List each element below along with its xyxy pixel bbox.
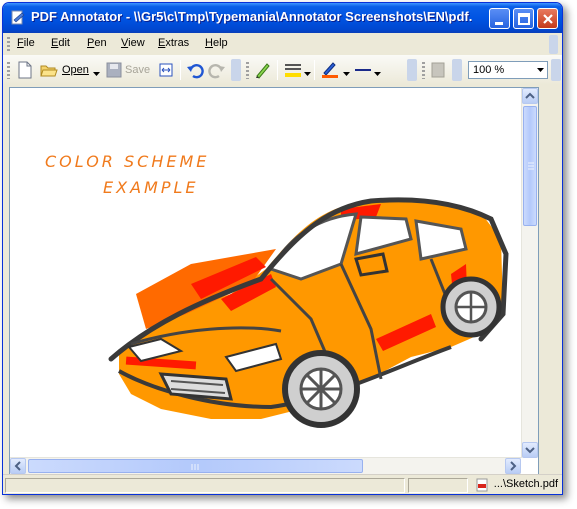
horizontal-scrollbar[interactable] bbox=[10, 457, 521, 474]
pen-toolbar-grip[interactable] bbox=[246, 62, 249, 79]
toolbar-grip[interactable] bbox=[7, 62, 10, 79]
highlight-color-dropdown-icon[interactable] bbox=[304, 67, 311, 85]
main-toolbar: Open Save 100 % bbox=[3, 55, 562, 85]
zoom-value: 100 % bbox=[473, 64, 505, 76]
open-folder-icon[interactable] bbox=[40, 61, 58, 79]
highlight-color-icon[interactable] bbox=[283, 61, 303, 79]
scroll-up-button[interactable] bbox=[522, 88, 538, 104]
sketch-title-line2: EXAMPLE bbox=[103, 178, 199, 197]
vertical-scrollbar[interactable] bbox=[521, 88, 538, 458]
menubar-grip[interactable] bbox=[7, 37, 10, 52]
close-button[interactable] bbox=[537, 8, 558, 29]
menu-pen[interactable]: Pen bbox=[87, 37, 107, 49]
toolbar-overflow-chevron-3[interactable] bbox=[452, 59, 462, 81]
toolbar-separator bbox=[277, 60, 278, 80]
toolbar-separator bbox=[314, 60, 315, 80]
toolbar-overflow-chevron-2[interactable] bbox=[407, 59, 417, 81]
status-bar: ...\Sketch.pdf bbox=[3, 474, 562, 494]
redo-icon[interactable] bbox=[208, 61, 226, 79]
menu-view[interactable]: View bbox=[121, 37, 145, 49]
line-width-dropdown-icon[interactable] bbox=[374, 67, 381, 85]
pdf-file-icon bbox=[475, 478, 489, 492]
toolbar-overflow-chevron-1[interactable] bbox=[231, 59, 241, 81]
car-sketch-drawing: COLOR SCHEME EXAMPLE bbox=[45, 152, 509, 428]
menu-bar: File Edit Pen View Extras Help bbox=[3, 33, 562, 55]
zoom-dropdown-arrow-icon[interactable] bbox=[537, 68, 544, 73]
menu-extras[interactable]: Extras bbox=[158, 37, 189, 49]
scroll-down-button[interactable] bbox=[522, 442, 538, 458]
toolbar-separator bbox=[180, 60, 181, 80]
zoom-select[interactable]: 100 % bbox=[468, 61, 548, 79]
open-dropdown-arrow-icon[interactable] bbox=[93, 67, 100, 85]
sketch-title-line1: COLOR SCHEME bbox=[45, 152, 209, 171]
page-toolbar-grip[interactable] bbox=[422, 62, 425, 79]
menubar-overflow-chevron[interactable] bbox=[549, 35, 558, 54]
undo-icon[interactable] bbox=[186, 61, 204, 79]
menu-edit[interactable]: Edit bbox=[51, 37, 70, 49]
maximize-button[interactable] bbox=[513, 8, 534, 29]
scroll-left-button[interactable] bbox=[10, 458, 26, 474]
menu-file[interactable]: File bbox=[17, 37, 35, 49]
fit-page-icon[interactable] bbox=[157, 61, 175, 79]
pen-color-icon[interactable] bbox=[320, 61, 340, 79]
title-bar[interactable]: PDF Annotator - \\Gr5\c\Tmp\Typemania\An… bbox=[3, 3, 562, 33]
status-pane-secondary bbox=[408, 478, 468, 493]
pen-color-dropdown-icon[interactable] bbox=[343, 67, 350, 85]
app-window: PDF Annotator - \\Gr5\c\Tmp\Typemania\An… bbox=[2, 2, 563, 495]
highlighter-pen-icon[interactable] bbox=[254, 61, 272, 79]
toolbar-overflow-chevron-4[interactable] bbox=[551, 59, 561, 81]
pdf-annotator-app-icon[interactable] bbox=[10, 10, 26, 26]
document-viewport[interactable]: COLOR SCHEME EXAMPLE bbox=[9, 87, 539, 475]
page-icon[interactable] bbox=[430, 61, 446, 79]
status-file-name: ...\Sketch.pdf bbox=[493, 478, 558, 490]
window-title: PDF Annotator - \\Gr5\c\Tmp\Typemania\An… bbox=[31, 9, 472, 24]
line-width-icon[interactable] bbox=[353, 61, 373, 79]
save-button[interactable]: Save bbox=[125, 64, 150, 76]
scroll-right-button[interactable] bbox=[505, 458, 521, 474]
document-page[interactable]: COLOR SCHEME EXAMPLE bbox=[11, 89, 521, 457]
menu-help[interactable]: Help bbox=[205, 37, 228, 49]
horizontal-scroll-thumb[interactable] bbox=[28, 459, 363, 473]
minimize-button[interactable] bbox=[489, 8, 510, 29]
status-pane-main bbox=[5, 478, 405, 493]
new-document-icon[interactable] bbox=[16, 61, 34, 79]
vertical-scroll-thumb[interactable] bbox=[523, 106, 537, 226]
save-disk-icon[interactable] bbox=[105, 61, 123, 79]
open-button[interactable]: Open bbox=[62, 64, 89, 76]
